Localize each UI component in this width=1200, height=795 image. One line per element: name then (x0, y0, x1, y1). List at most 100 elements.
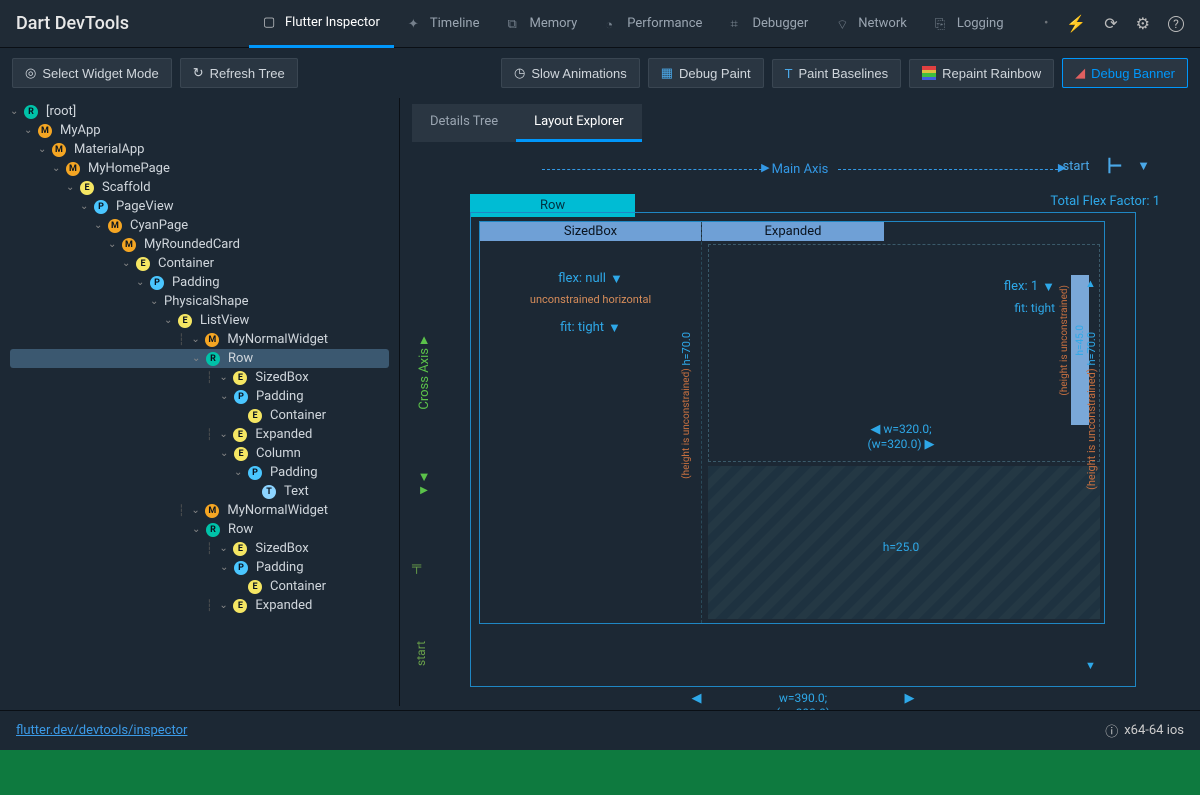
help-icon[interactable]: ? (1168, 16, 1184, 32)
debug-paint-button[interactable]: ▦ Debug Paint (648, 58, 764, 88)
chevron-down-icon: ▼ (610, 271, 623, 287)
tree-node-row[interactable]: ⌄RRow (10, 520, 389, 539)
tab-network[interactable]: ⌔Network (822, 0, 921, 48)
badge-icon: E (233, 371, 247, 385)
tree-node-mynormalwidget[interactable]: ┆ ⌄MMyNormalWidget (10, 501, 389, 520)
sizedbox-region[interactable]: SizedBox flex: null ▼ unconstrained hori… (480, 222, 702, 623)
layout-panel: Details Tree Layout Explorer Main Axis s… (400, 98, 1200, 706)
tree-node-myapp[interactable]: ⌄MMyApp (10, 121, 389, 140)
w320-label: ◀ w=320.0;(w=320.0) ▶ (702, 422, 1100, 452)
tree-node-padding[interactable]: ⌄PPadding (10, 558, 389, 577)
flex-null-select[interactable]: flex: null ▼ (480, 271, 701, 287)
app-header: Dart DevTools ▢Flutter Inspector✦Timelin… (0, 0, 1200, 48)
tree-node-listview[interactable]: ⌄EListView (10, 311, 389, 330)
footer: flutter.dev/devtools/inspector ⓘ x64-64 … (0, 710, 1200, 750)
chevron-down-icon: ⌄ (219, 543, 229, 554)
tree-node-expanded[interactable]: ┆ ⌄EExpanded (10, 596, 389, 615)
cross-axis-alignment-select[interactable]: ╤ (412, 558, 421, 574)
debug-banner-button[interactable]: ◢ Debug Banner (1062, 58, 1188, 88)
badge-icon: M (122, 238, 136, 252)
tree-node-scaffold[interactable]: ⌄EScaffold (10, 178, 389, 197)
tab-flutter-inspector[interactable]: ▢Flutter Inspector (249, 0, 394, 48)
tree-node-cyanpage[interactable]: ⌄MCyanPage (10, 216, 389, 235)
chevron-down-icon: ⌄ (52, 163, 62, 174)
unconstrained-warning: unconstrained horizontal (480, 293, 701, 306)
chevron-down-icon: ⌄ (24, 125, 34, 136)
tree-node-container[interactable]: ⌄EContainer (10, 254, 389, 273)
tab-details-tree[interactable]: Details Tree (412, 104, 516, 142)
chevron-down-icon: ⌄ (219, 429, 229, 440)
refresh-tree-button[interactable]: ↻ Refresh Tree (180, 58, 298, 88)
chevron-down-icon: ⌄ (66, 182, 76, 193)
chevron-down-icon: ⌄ (136, 277, 146, 288)
header-actions: •⚡⟳⚙? (1044, 14, 1184, 33)
select-widget-button[interactable]: ◎ Select Widget Mode (12, 58, 172, 88)
tab-layout-explorer[interactable]: Layout Explorer (516, 104, 641, 142)
tree-node-sizedbox[interactable]: ┆ ⌄ESizedBox (10, 368, 389, 387)
tree-node-row[interactable]: ⌄RRow (10, 349, 389, 368)
repaint-rainbow-button[interactable]: Repaint Rainbow (909, 59, 1054, 88)
chevron-down-icon: ⌄ (191, 334, 201, 345)
tree-node-padding[interactable]: ⌄PPadding (10, 387, 389, 406)
badge-icon: E (178, 314, 192, 328)
tree-node-myhomepage[interactable]: ⌄MMyHomePage (10, 159, 389, 178)
refresh-icon[interactable]: ⟳ (1104, 14, 1117, 33)
fit-tight-select[interactable]: fit: tight ▼ (480, 320, 701, 336)
tab-logging[interactable]: ⎘Logging (921, 0, 1018, 48)
badge-icon: R (24, 105, 38, 119)
tree-node-expanded[interactable]: ┆ ⌄EExpanded (10, 425, 389, 444)
right-arrow-axis (1087, 283, 1099, 666)
tree-node-materialapp[interactable]: ⌄MMaterialApp (10, 140, 389, 159)
tab-timeline[interactable]: ✦Timeline (394, 0, 494, 48)
tab-debugger[interactable]: ⌗Debugger (716, 0, 822, 48)
badge-icon: E (248, 580, 262, 594)
tree-node-text[interactable]: TText (10, 482, 389, 501)
docs-link[interactable]: flutter.dev/devtools/inspector (16, 723, 187, 738)
tree-node-sizedbox[interactable]: ┆ ⌄ESizedBox (10, 539, 389, 558)
outer-box: SizedBox flex: null ▼ unconstrained hori… (470, 212, 1136, 687)
inner-box: SizedBox flex: null ▼ unconstrained hori… (479, 221, 1105, 624)
badge-icon: M (38, 124, 52, 138)
tree-node-myroundedcard[interactable]: ⌄MMyRoundedCard (10, 235, 389, 254)
tree-node-container[interactable]: EContainer (10, 577, 389, 596)
paint-baselines-button[interactable]: T Paint Baselines (772, 59, 902, 88)
tree-node-padding[interactable]: ⌄PPadding (10, 463, 389, 482)
main-tabs: ▢Flutter Inspector✦Timeline⧉Memory◔Perfo… (249, 0, 1018, 48)
chevron-down-icon: ▼ (1042, 279, 1055, 295)
tab-performance[interactable]: ◔Performance (591, 0, 716, 48)
app-title: Dart DevTools (16, 13, 129, 34)
tree-node-physicalshape[interactable]: ⌄PhysicalShape (10, 292, 389, 311)
slow-animations-button[interactable]: ◷ Slow Animations (501, 58, 640, 88)
grid-icon: ▦ (661, 65, 673, 81)
gauge-icon: ◔ (605, 17, 619, 31)
badge-icon: R (206, 352, 220, 366)
chevron-down-icon: ⌄ (94, 220, 104, 231)
bolt-icon[interactable]: ⚡ (1066, 14, 1086, 33)
badge-icon: R (206, 523, 220, 537)
badge-icon: P (94, 200, 108, 214)
badge-icon: M (205, 504, 219, 518)
widget-tree[interactable]: ⌄R[root]⌄MMyApp⌄MMaterialApp⌄MMyHomePage… (0, 98, 400, 706)
tree-node-column[interactable]: ⌄EColumn (10, 444, 389, 463)
gear-icon[interactable]: ⚙ (1136, 14, 1150, 33)
badge-icon: T (262, 485, 276, 499)
platform-status: x64-64 ios (1124, 723, 1184, 738)
badge-icon: P (150, 276, 164, 290)
h70-left-label: (height is unconstrained) h=70.0 (680, 332, 693, 479)
main-axis-alignment-select[interactable]: start ┣━ ▼ (1062, 158, 1150, 174)
badge-icon: P (234, 561, 248, 575)
tree-node-padding[interactable]: ⌄PPadding (10, 273, 389, 292)
badge-icon: M (66, 162, 80, 176)
total-flex-factor: Total Flex Factor: 1 (1050, 194, 1160, 209)
tab-memory[interactable]: ⧉Memory (494, 0, 592, 48)
wifi-icon: ⌔ (836, 17, 850, 31)
chevron-down-icon: ⌄ (80, 201, 90, 212)
badge-icon: E (233, 599, 247, 613)
flex-1-select[interactable]: flex: 1 ▼ (1004, 279, 1055, 295)
tree-node-[root][interactable]: ⌄R[root] (10, 102, 389, 121)
tree-node-pageview[interactable]: ⌄PPageView (10, 197, 389, 216)
tree-node-container[interactable]: EContainer (10, 406, 389, 425)
green-bar (0, 750, 1200, 795)
tree-node-mynormalwidget[interactable]: ┆ ⌄MMyNormalWidget (10, 330, 389, 349)
rainbow-icon (922, 66, 936, 80)
